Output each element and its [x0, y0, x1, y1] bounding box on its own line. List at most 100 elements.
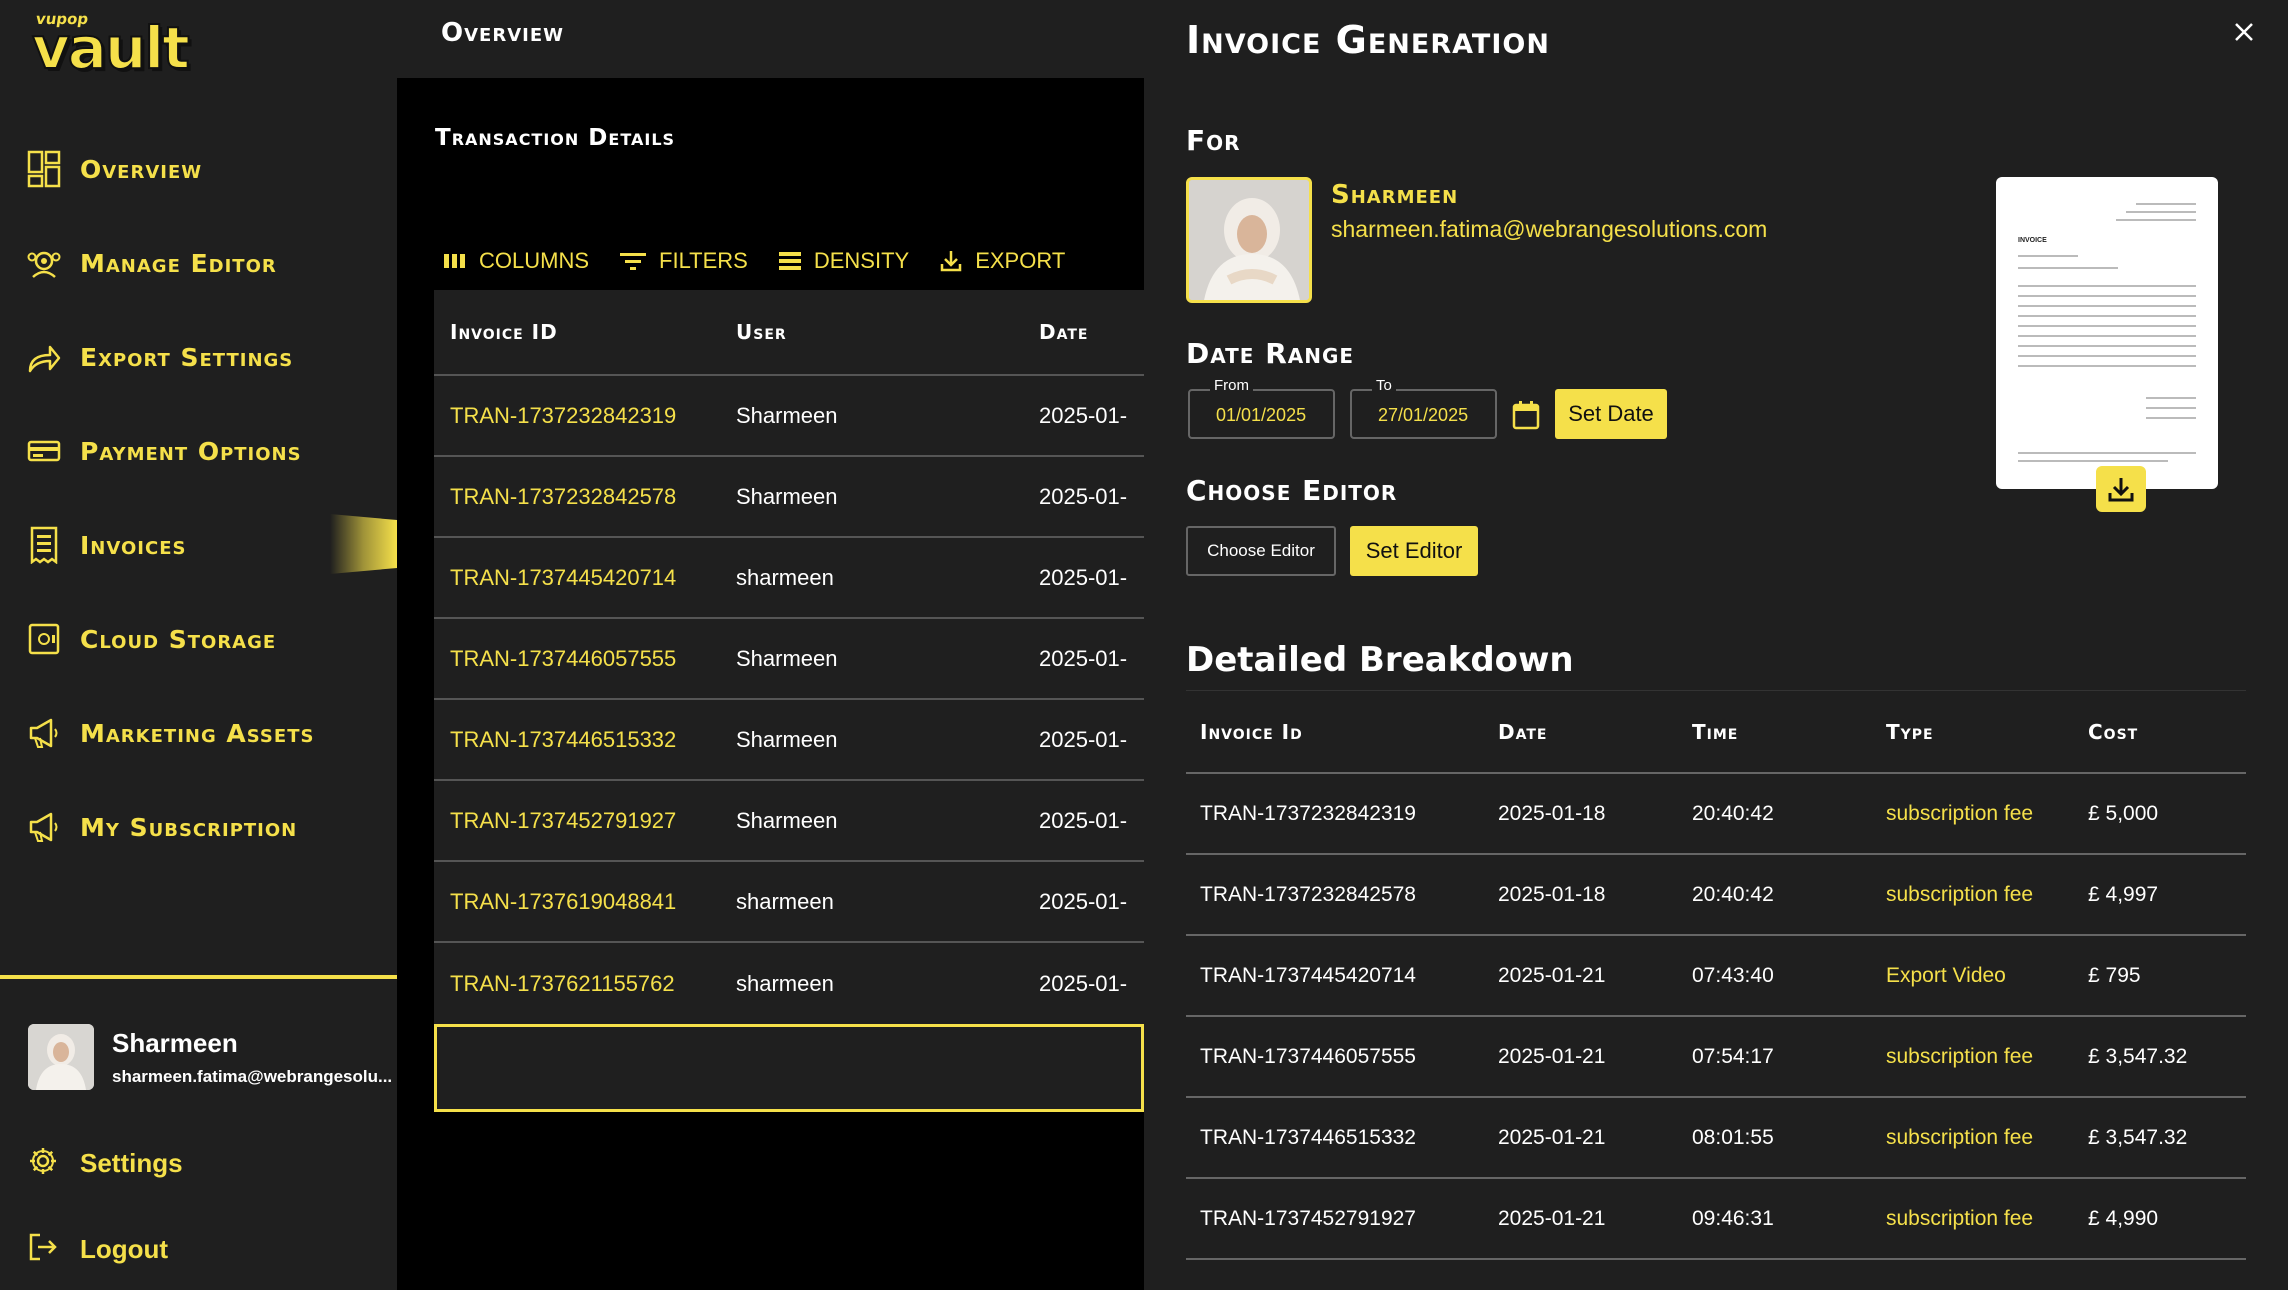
credit-card-icon	[26, 433, 62, 469]
user-cell: sharmeen	[736, 888, 834, 914]
date-range-label: Date Range	[1186, 337, 1355, 370]
sidebar-item-label: My Subscription	[80, 812, 298, 842]
column-header-user[interactable]: User	[736, 320, 1039, 344]
type-cell: subscription fee	[1886, 882, 2034, 906]
density-label: DENSITY	[813, 248, 910, 273]
date-cell: 2025-01-	[1039, 483, 1128, 509]
table-row[interactable]: TRAN-1737232842578 Sharmeen 2025-01-	[434, 457, 1144, 538]
to-date-field[interactable]: To 27/01/2025	[1350, 377, 1497, 439]
breakdown-title: Detailed Breakdown	[1186, 640, 1574, 680]
close-button[interactable]	[2228, 16, 2260, 48]
sidebar-item-payment-options[interactable]: Payment Options	[26, 426, 386, 476]
sidebar-item-label: Invoices	[80, 530, 187, 560]
selected-row-highlight[interactable]	[434, 1024, 1144, 1112]
set-editor-button[interactable]: Set Editor	[1350, 526, 1478, 576]
calendar-icon[interactable]	[1512, 400, 1540, 435]
sidebar-item-label: Marketing Assets	[80, 718, 315, 748]
time-cell: 09:46:31	[1692, 1206, 1774, 1230]
cost-cell: £ 795	[2088, 963, 2141, 987]
invoice-id-cell[interactable]: TRAN-1737232842578	[434, 484, 736, 510]
to-value: 27/01/2025	[1378, 405, 1469, 425]
column-header-cost: Cost	[2088, 719, 2139, 744]
set-date-button[interactable]: Set Date	[1555, 389, 1667, 439]
column-header-type: Type	[1886, 719, 1934, 744]
invoice-id-cell[interactable]: TRAN-1737446057555	[434, 646, 736, 672]
invoice-id-cell[interactable]: TRAN-1737232842319	[434, 403, 736, 429]
invoice-id-cell[interactable]: TRAN-1737446515332	[434, 727, 736, 753]
sidebar-item-invoices[interactable]: Invoices	[26, 520, 386, 570]
column-header-date[interactable]: Date	[1039, 320, 1144, 344]
sidebar-item-manage-editor[interactable]: Manage Editor	[26, 238, 386, 288]
table-row[interactable]: TRAN-1737619048841 sharmeen 2025-01-	[434, 862, 1144, 943]
date-cell: 2025-01-	[1039, 402, 1128, 428]
columns-button[interactable]: COLUMNS	[443, 248, 589, 274]
export-label: EXPORT	[975, 248, 1066, 273]
table-row[interactable]: TRAN-1737621155762 sharmeen 2025-01-	[434, 943, 1144, 1024]
time-cell: 08:01:55	[1692, 1125, 1774, 1149]
download-invoice-button[interactable]	[2096, 466, 2146, 512]
users-gear-icon	[26, 245, 62, 281]
density-button[interactable]: DENSITY	[778, 248, 909, 274]
choose-editor-select[interactable]: Choose Editor	[1186, 526, 1336, 576]
table-row[interactable]: TRAN-1737445420714 sharmeen 2025-01-	[434, 538, 1144, 619]
choose-editor-label: Choose Editor	[1186, 474, 1398, 507]
app-logo[interactable]: vupop vault	[30, 6, 200, 83]
sidebar-item-export-settings[interactable]: Export Settings	[26, 332, 386, 382]
column-header-time: Time	[1692, 719, 1739, 744]
receipt-icon	[26, 526, 62, 564]
columns-icon	[443, 251, 467, 271]
type-cell: subscription fee	[1886, 1125, 2034, 1149]
invoice-id-cell[interactable]: TRAN-1737621155762	[434, 971, 736, 997]
settings-link[interactable]: Settings	[28, 1146, 183, 1181]
invoice-id-cell: TRAN-1737232842578	[1200, 882, 1416, 906]
invoice-id-cell[interactable]: TRAN-1737445420714	[434, 565, 736, 591]
sidebar-item-overview[interactable]: Overview	[26, 144, 386, 194]
table-row: TRAN-1737446515332 2025-01-21 08:01:55 subs…	[1186, 1098, 2246, 1179]
table-row: TRAN-1737232842319 2025-01-18 20:40:42 subs…	[1186, 774, 2246, 855]
table-row[interactable]: TRAN-1737452791927 Sharmeen 2025-01-	[434, 781, 1144, 862]
logout-link[interactable]: Logout	[28, 1232, 168, 1267]
date-cell: 2025-01-18	[1498, 801, 1606, 825]
user-cell: Sharmeen	[736, 726, 838, 752]
table-row[interactable]: TRAN-1737446515332 Sharmeen 2025-01-	[434, 700, 1144, 781]
share-arrow-icon	[26, 339, 62, 375]
time-cell: 07:43:40	[1692, 963, 1774, 987]
for-label: For	[1186, 124, 1241, 157]
customer-name: Sharmeen	[1331, 180, 1459, 210]
from-date-field[interactable]: From 01/01/2025	[1188, 377, 1335, 439]
megaphone-icon	[26, 809, 62, 845]
sidebar-item-cloud-storage[interactable]: Cloud Storage	[26, 614, 386, 664]
table-row[interactable]: TRAN-1737232842319 Sharmeen 2025-01-	[434, 376, 1144, 457]
cost-cell: £ 4,990	[2088, 1206, 2159, 1230]
invoice-id-cell: TRAN-1737452791927	[1200, 1206, 1416, 1230]
user-profile[interactable]: Sharmeen sharmeen.fatima@webrangesolu...	[28, 1024, 397, 1090]
date-cell: 2025-01-21	[1498, 963, 1606, 987]
cost-cell: £ 5,000	[2088, 801, 2159, 825]
sidebar-item-label: Export Settings	[80, 342, 294, 372]
user-cell: Sharmeen	[736, 645, 838, 671]
invoice-preview-thumbnail[interactable]: INVOICE	[1996, 177, 2218, 489]
column-header-invoice-id[interactable]: Invoice ID	[434, 320, 736, 344]
table-header: Invoice ID User Date	[434, 290, 1144, 376]
table-row[interactable]: TRAN-1737446057555 Sharmeen 2025-01-	[434, 619, 1144, 700]
table-row: TRAN-1737446057555 2025-01-21 07:54:17 subs…	[1186, 1017, 2246, 1098]
columns-label: COLUMNS	[479, 248, 590, 273]
invoice-id-cell[interactable]: TRAN-1737452791927	[434, 808, 736, 834]
section-title: Transaction Details	[435, 125, 676, 151]
sidebar-item-my-subscription[interactable]: My Subscription	[26, 802, 386, 852]
date-cell: 2025-01-	[1039, 645, 1128, 671]
date-cell: 2025-01-21	[1498, 1206, 1606, 1230]
column-header-date: Date	[1498, 719, 1548, 744]
invoice-id-cell[interactable]: TRAN-1737619048841	[434, 889, 736, 915]
megaphone-icon	[26, 715, 62, 751]
date-cell: 2025-01-	[1039, 807, 1128, 833]
sidebar-item-marketing-assets[interactable]: Marketing Assets	[26, 708, 386, 758]
sidebar-item-label: Payment Options	[80, 436, 302, 466]
user-cell: Sharmeen	[736, 402, 838, 428]
export-button[interactable]: EXPORT	[939, 248, 1065, 274]
breakdown-table: Invoice Id Date Time Type Cost TRAN-1737…	[1186, 690, 2246, 1260]
cost-cell: £ 3,547.32	[2088, 1044, 2188, 1068]
filters-button[interactable]: FILTERS	[619, 248, 748, 274]
from-value: 01/01/2025	[1216, 405, 1307, 425]
close-icon	[2235, 23, 2253, 41]
